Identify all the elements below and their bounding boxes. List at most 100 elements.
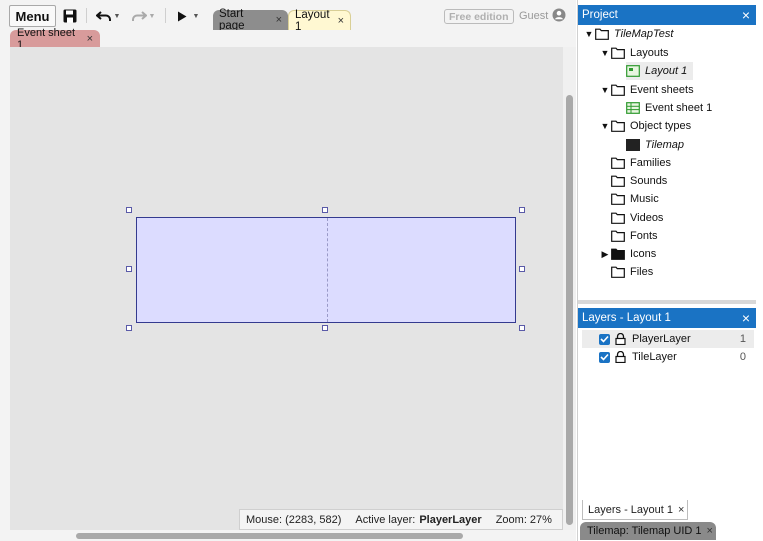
tree-item-label: Layouts [630,47,669,59]
lock-icon[interactable] [615,333,626,345]
resize-handle-left[interactable] [126,266,132,272]
tree-item-label: Event sheet 1 [645,102,713,114]
redo-icon [131,11,147,21]
tab-label: Start page [219,8,245,32]
active-layer-label: Active layer: [355,513,416,526]
tab-start-page[interactable]: Start page × [213,8,288,32]
tree-item-tilemap[interactable]: Tilemap [626,136,684,154]
tilemap-object[interactable] [136,217,516,323]
folder-icon [611,193,625,205]
tree-item-event-sheets[interactable]: ▼ Event sheets [599,81,694,99]
layout-editor [0,47,576,541]
layer-name: TileLayer [632,351,677,363]
panel-title: Layers - Layout 1 [582,312,671,324]
resize-handle-top-left[interactable] [126,207,132,213]
folder-icon [611,248,625,260]
tab-layout-1[interactable]: Layout 1 × [288,8,351,33]
preview-button[interactable]: ▼ [173,7,203,25]
tree-item-project-root[interactable]: ▼ TileMapTest [583,25,674,43]
tab-tilemap-properties[interactable]: Tilemap: Tilemap UID 1 × [580,522,716,540]
layer-row-tilelayer[interactable]: TileLayer 0 [582,348,754,366]
tree-item-label: Music [630,193,659,205]
close-icon[interactable]: × [87,33,93,45]
close-icon[interactable]: × [678,504,684,516]
lock-icon[interactable] [615,351,626,363]
tree-item-label: Files [630,266,654,278]
save-button[interactable] [61,6,79,26]
folder-icon [611,266,625,278]
folder-icon [611,212,625,224]
layer-name: PlayerLayer [632,333,691,345]
tree-item-label: Icons [630,248,657,260]
status-bar: Mouse: (2283, 582) Active layer: PlayerL… [239,509,563,530]
checkmark-icon [600,353,609,361]
tab-layers-layout-1[interactable]: Layers - Layout 1 × [582,500,688,520]
undo-icon [95,11,111,21]
tree-item-files[interactable]: Files [611,263,653,281]
subtab-bar: Event sheet 1 × [0,27,576,51]
tree-item-videos[interactable]: Videos [611,209,663,227]
user-account-icon[interactable] [552,8,566,22]
free-edition-badge[interactable]: Free edition [444,9,514,24]
resize-handle-right[interactable] [519,266,525,272]
zoom-level: Zoom: 27% [495,513,552,526]
close-icon[interactable]: × [742,310,750,326]
layout-canvas[interactable] [10,47,563,530]
expand-arrow-icon[interactable]: ▼ [583,29,595,39]
mouse-position: Mouse: (2283, 582) [246,513,342,526]
tab-event-sheet-1[interactable]: Event sheet 1 × [10,27,100,51]
redo-button[interactable]: ▼ [128,7,158,25]
checkmark-icon [600,335,609,343]
undo-button[interactable]: ▼ [93,7,123,25]
visibility-checkbox[interactable] [599,333,610,345]
resize-handle-top-right[interactable] [519,207,525,213]
resize-handle-bottom-right[interactable] [519,325,525,331]
redo-dropdown-icon[interactable]: ▼ [149,13,156,20]
folder-icon [611,157,625,169]
close-icon[interactable]: × [276,14,282,26]
tree-item-fonts[interactable]: Fonts [611,227,658,245]
toolbar-divider [165,8,166,23]
tab-label: Layout 1 [295,8,330,33]
tree-item-object-types[interactable]: ▼ Object types [599,117,692,135]
tree-item-label: Sounds [630,175,668,187]
close-icon[interactable]: × [338,15,344,27]
tree-item-label: Families [630,157,671,169]
tree-item-layout-1[interactable]: Layout 1 [626,62,694,80]
layer-row-playerlayer[interactable]: PlayerLayer 1 [582,330,754,348]
guest-label[interactable]: Guest [519,10,548,22]
tree-item-music[interactable]: Music [611,190,659,208]
visibility-checkbox[interactable] [599,351,610,363]
folder-icon [611,47,625,59]
expand-arrow-icon[interactable]: ▼ [599,85,611,95]
expand-arrow-icon[interactable]: ▼ [599,48,611,58]
close-icon[interactable]: × [742,7,750,23]
close-icon[interactable]: × [707,525,713,537]
project-panel-header[interactable]: Project × [578,5,756,25]
vertical-scrollbar[interactable] [566,95,573,525]
menu-button[interactable]: Menu [9,5,56,27]
panel-title: Project [582,9,618,21]
tilemap-icon [626,139,640,151]
undo-dropdown-icon[interactable]: ▼ [114,13,121,20]
resize-handle-bottom-left[interactable] [126,325,132,331]
active-layer-value: PlayerLayer [419,513,482,526]
tree-item-event-sheet-1[interactable]: Event sheet 1 [626,99,712,117]
side-panels: Project × ▼ TileMapTest ▼ Layouts Layout… [577,0,763,541]
horizontal-scrollbar[interactable] [76,533,463,539]
expand-arrow-icon[interactable]: ▶ [599,249,611,260]
expand-arrow-icon[interactable]: ▼ [599,121,611,131]
tree-item-layouts[interactable]: ▼ Layouts [599,44,669,62]
resize-handle-top[interactable] [322,207,328,213]
layers-panel-header[interactable]: Layers - Layout 1 × [578,308,756,328]
tree-item-sounds[interactable]: Sounds [611,172,667,190]
panel-splitter[interactable] [578,300,756,304]
tree-item-icons[interactable]: ▶ Icons [599,245,657,263]
tree-item-label: Tilemap [645,139,685,151]
tree-item-label: Object types [630,120,692,132]
tree-item-families[interactable]: Families [611,154,671,172]
preview-dropdown-icon[interactable]: ▼ [193,13,200,20]
layer-index: 1 [739,333,746,345]
tree-item-label: Videos [630,212,664,224]
resize-handle-bottom[interactable] [322,325,328,331]
